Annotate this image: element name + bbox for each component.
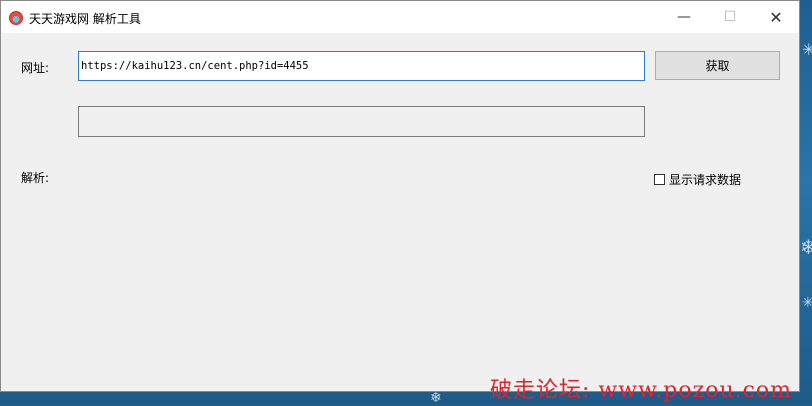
minimize-button[interactable]: — — [661, 1, 707, 33]
show-request-label: 显示请求数据 — [669, 173, 742, 187]
watermark-text: 破走论坛: www.pozou.com — [490, 378, 793, 403]
close-button[interactable]: ✕ — [753, 1, 799, 33]
checkbox-box[interactable] — [654, 174, 665, 185]
app-window: 天天游戏网 解析工具 — ☐ ✕ 网址: https://kaihu123.cn… — [0, 0, 800, 392]
snowflake-decoration: ✳ — [802, 40, 812, 59]
app-logo-icon — [9, 11, 23, 25]
result-field[interactable] — [78, 106, 645, 137]
show-request-checkbox[interactable]: 显示请求数据 — [654, 171, 741, 188]
window-title: 天天游戏网 解析工具 — [29, 12, 141, 26]
title-bar[interactable]: 天天游戏网 解析工具 — ☐ ✕ — [1, 1, 799, 33]
maximize-button[interactable]: ☐ — [707, 1, 753, 33]
snowflake-decoration: ✳ — [802, 295, 812, 311]
url-label: 网址: — [21, 61, 50, 75]
parse-label: 解析: — [21, 171, 50, 185]
fetch-button[interactable]: 获取 — [655, 51, 780, 80]
url-input[interactable]: https://kaihu123.cn/cent.php?id=4455 — [78, 51, 645, 81]
snowflake-decoration: ❄ — [800, 235, 812, 259]
